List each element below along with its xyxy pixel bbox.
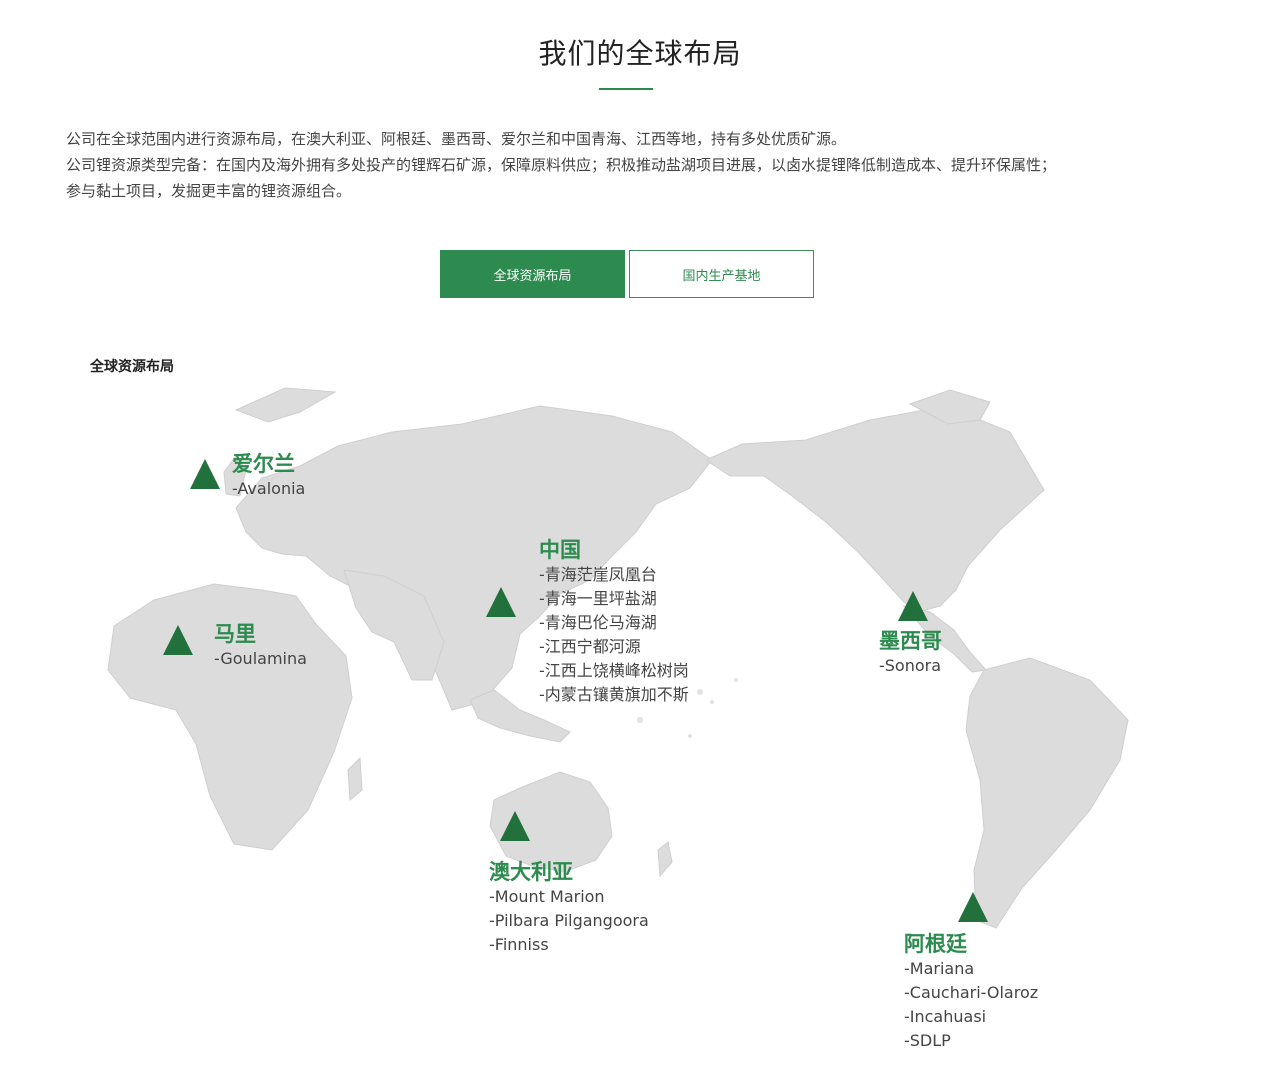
label-mali: 马里 -Goulamina <box>214 621 307 671</box>
project-item: -青海巴伦马海湖 <box>539 613 657 632</box>
project-item: -Mount Marion <box>489 887 605 906</box>
location-name: 阿根廷 <box>904 932 967 956</box>
page-title: 我们的全球布局 <box>538 37 742 70</box>
label-australia: 澳大利亚 -Mount Marion -Pilbara Pilgangoora … <box>489 859 649 957</box>
project-item: -SDLP <box>904 1031 951 1050</box>
project-item: -Mariana <box>904 959 975 978</box>
project-item: -Incahuasi <box>904 1007 987 1026</box>
project-item: -Goulamina <box>214 649 307 668</box>
greenland-west <box>234 387 337 423</box>
marker-china[interactable] <box>486 587 516 617</box>
madagascar <box>347 756 363 802</box>
project-item: -青海茫崖凤凰台 <box>539 565 657 584</box>
location-name: 爱尔兰 <box>232 452 295 476</box>
location-name: 马里 <box>214 622 256 646</box>
marker-mexico[interactable] <box>898 591 928 621</box>
marker-argentina[interactable] <box>958 892 988 922</box>
label-argentina: 阿根廷 -Mariana -Cauchari-Olaroz -Incahuasi… <box>904 931 1038 1053</box>
section-label: 全球资源布局 <box>90 359 174 375</box>
project-item: -Pilbara Pilgangoora <box>489 911 649 930</box>
project-item: -江西上饶横峰松树岗 <box>539 661 689 680</box>
tab-domestic-bases[interactable]: 国内生产基地 <box>629 250 814 298</box>
marker-australia[interactable] <box>500 811 530 841</box>
project-item: -Avalonia <box>232 479 306 498</box>
intro-line: 参与黏土项目，发掘更丰富的锂资源组合。 <box>66 182 352 200</box>
project-item: -青海一里坪盐湖 <box>539 589 657 608</box>
project-item: -内蒙古镶黄旗加不斯 <box>539 685 689 704</box>
intro-line: 公司锂资源类型完备：在国内及海外拥有多处投产的锂辉石矿源，保障原料供应；积极推动… <box>66 156 1057 174</box>
new-zealand <box>657 841 673 878</box>
location-name: 墨西哥 <box>879 629 942 653</box>
project-item: -Sonora <box>879 656 942 675</box>
label-mexico: 墨西哥 -Sonora <box>879 628 942 678</box>
project-item: -江西宁都河源 <box>539 637 641 656</box>
intro-text: 公司在全球范围内进行资源布局，在澳大利亚、阿根廷、墨西哥、爱尔兰和中国青海、江西… <box>66 126 1226 204</box>
project-item: -Cauchari-Olaroz <box>904 983 1039 1002</box>
label-china: 中国 -青海茫崖凤凰台 -青海一里坪盐湖 -青海巴伦马海湖 -江西宁都河源 -江… <box>539 537 689 707</box>
label-ireland: 爱尔兰 -Avalonia <box>232 451 305 501</box>
south-america <box>965 657 1129 929</box>
north-america <box>704 405 1045 613</box>
marker-mali[interactable] <box>163 625 193 655</box>
tab-global-resources[interactable]: 全球资源布局 <box>440 250 625 298</box>
location-name: 澳大利亚 <box>489 860 573 884</box>
location-name: 中国 <box>539 538 581 562</box>
intro-line: 公司在全球范围内进行资源布局，在澳大利亚、阿根廷、墨西哥、爱尔兰和中国青海、江西… <box>66 130 847 148</box>
project-item: -Finniss <box>489 935 549 954</box>
title-underline <box>599 88 653 90</box>
marker-ireland[interactable] <box>190 459 220 489</box>
